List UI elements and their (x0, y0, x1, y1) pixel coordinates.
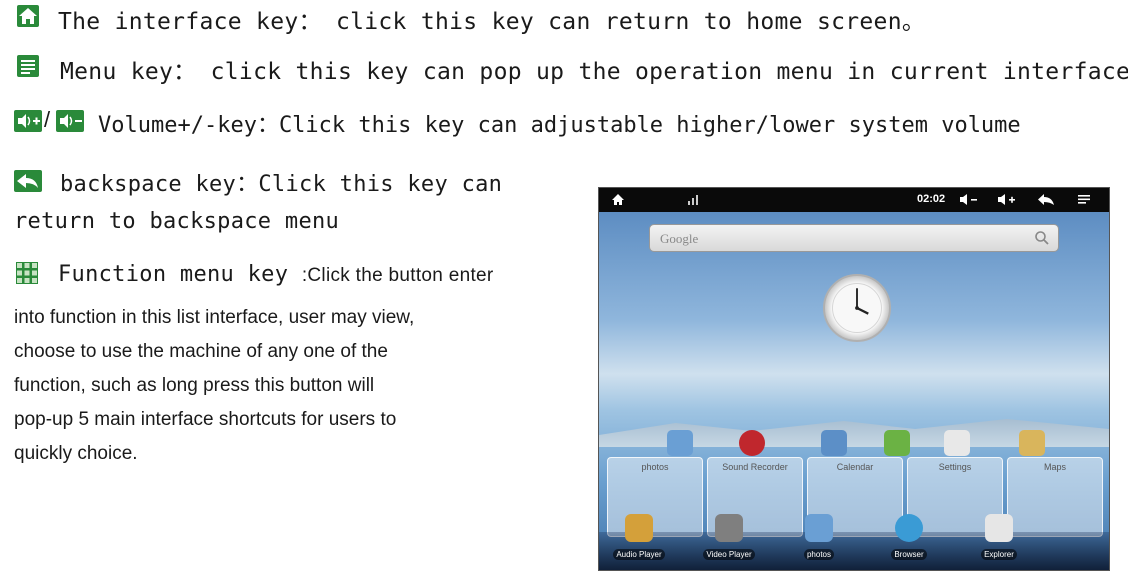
status-time: 02:02 (917, 193, 946, 205)
menu-icon (17, 55, 39, 77)
back-key-description-line1: backspace key：Click this key can (60, 172, 503, 197)
dock-label: Browser (891, 549, 927, 560)
dock-item-explorer[interactable]: Explorer (969, 514, 1029, 561)
volume-separator: / (44, 107, 51, 132)
function-key-line-3: function, such as long press this button… (14, 375, 375, 396)
grid-icon (16, 262, 38, 284)
panel-label: photos (641, 462, 669, 472)
volume-down-icon (56, 110, 84, 132)
status-bar: 02:02 (599, 188, 1109, 212)
dock-item-browser[interactable]: Browser (879, 514, 939, 561)
function-key-line-2: choose to use the machine of any one of … (14, 341, 388, 362)
volume-down-icon[interactable] (959, 193, 979, 206)
home-icon (17, 5, 39, 27)
photos-app-icon[interactable] (667, 430, 693, 456)
search-placeholder: Google (660, 231, 699, 246)
dock-item-video-player[interactable]: Video Player (699, 514, 759, 561)
function-key-description: into function in this list interface, us… (14, 301, 414, 471)
sound-recorder-icon[interactable] (739, 430, 765, 456)
back-arrow-icon[interactable] (1037, 193, 1055, 206)
panel-label: Sound Recorder (722, 462, 788, 472)
dock-label: Explorer (981, 549, 1017, 560)
menu-key-description: Menu key： click this key can pop up the … (60, 59, 1128, 85)
wifi-signal-icon (688, 195, 698, 205)
function-key-line-0: :Click the button enter (301, 265, 494, 286)
search-icon (1035, 231, 1049, 245)
panel-label: Settings (938, 462, 972, 472)
wallpaper: Google photos Sound Recorder Calendar Se… (599, 212, 1109, 570)
tablet-screenshot: Google photos Sound Recorder Calendar Se… (598, 187, 1110, 571)
function-key-line-5: quickly choice. (14, 443, 138, 464)
dock-bar (599, 532, 1109, 570)
back-key-description-line2: return to backspace menu (14, 209, 340, 234)
back-arrow-icon (14, 170, 42, 192)
video-player-icon (715, 514, 743, 542)
google-search-bar[interactable]: Google (649, 224, 1059, 252)
audio-player-icon (625, 514, 653, 542)
calendar-icon[interactable] (821, 430, 847, 456)
dock-label: photos (803, 549, 835, 560)
volume-up-icon[interactable] (997, 193, 1017, 206)
explorer-icon[interactable] (944, 430, 970, 456)
photos-icon (805, 514, 833, 542)
panel-label: Calendar (836, 462, 874, 472)
volume-up-icon (14, 110, 42, 132)
dock-label: Video Player (703, 549, 755, 560)
home-key-description: The interface key： click this key can re… (58, 9, 926, 35)
function-key-label: Function menu key :Click the button ente… (58, 262, 494, 287)
analog-clock-widget[interactable] (823, 274, 891, 342)
function-key-line-1: into function in this list interface, us… (14, 307, 415, 328)
function-key-line-4: pop-up 5 main interface shortcuts for us… (14, 409, 397, 430)
browser-globe-icon (895, 514, 923, 542)
maps-icon[interactable] (1019, 430, 1045, 456)
panel-label: Maps (1043, 462, 1066, 472)
dock-label: Audio Player (613, 549, 665, 560)
menu-icon[interactable] (1077, 193, 1091, 206)
settings-icon[interactable] (884, 430, 910, 456)
function-key-title: Function menu key (58, 262, 289, 287)
dock-item-audio-player[interactable]: Audio Player (609, 514, 669, 561)
home-icon[interactable] (611, 193, 625, 206)
explorer-icon (985, 514, 1013, 542)
volume-key-description: Volume+/-key：Click this key can adjustab… (98, 113, 1021, 138)
dock-item-photos[interactable]: photos (789, 514, 849, 561)
